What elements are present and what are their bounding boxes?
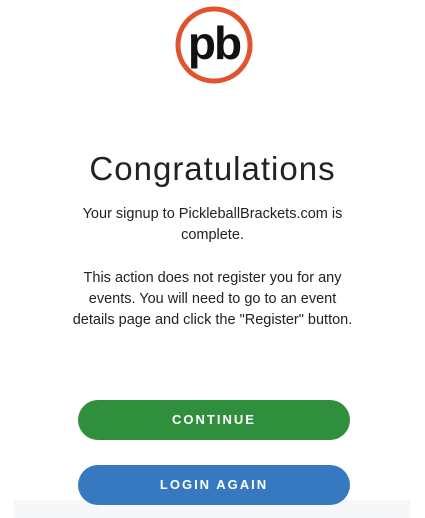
continue-button[interactable]: CONTINUE: [78, 400, 350, 440]
register-instructions-message: This action does not register you for an…: [72, 270, 353, 328]
signup-complete-message: Your signup to PickleballBrackets.com is…: [82, 206, 343, 243]
page-title: Congratulations: [89, 150, 336, 187]
signup-complete-page: pb Congratulations Your signup to Pickle…: [0, 0, 425, 518]
login-again-button[interactable]: LOGIN AGAIN: [78, 465, 350, 505]
logo-text: pb: [188, 17, 241, 69]
pickleball-brackets-logo: pb: [175, 6, 253, 84]
